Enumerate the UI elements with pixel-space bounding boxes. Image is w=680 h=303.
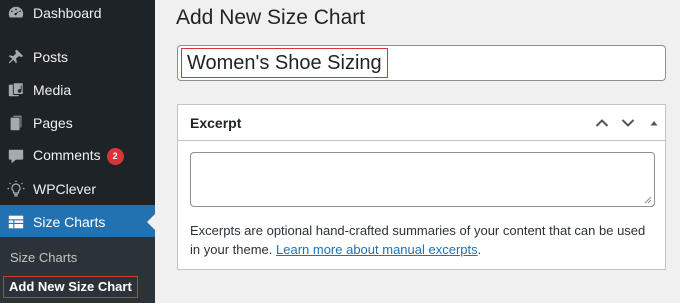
admin-sidebar: Dashboard Posts Media Pages Comments 2 WP… bbox=[0, 0, 155, 303]
learn-more-excerpts-link[interactable]: Learn more about manual excerpts bbox=[276, 242, 478, 257]
page-title: Add New Size Chart bbox=[176, 6, 366, 29]
pages-icon bbox=[6, 113, 26, 133]
comment-count-badge: 2 bbox=[106, 147, 124, 165]
title-field[interactable]: Women's Shoe Sizing bbox=[177, 45, 666, 81]
title-field-value: Women's Shoe Sizing bbox=[181, 48, 388, 78]
sidebar-item-label: Media bbox=[33, 81, 72, 98]
comment-icon bbox=[6, 146, 26, 166]
collapse-toggle-icon[interactable] bbox=[644, 113, 664, 133]
sidebar-item-label: Size Charts bbox=[33, 213, 106, 230]
excerpt-textarea[interactable] bbox=[190, 152, 655, 207]
current-menu-arrow bbox=[147, 213, 155, 230]
sidebar-item-media[interactable]: Media bbox=[0, 73, 155, 106]
excerpt-metabox: Excerpt Excerpts are optional hand-craft… bbox=[177, 104, 666, 270]
excerpt-metabox-title: Excerpt bbox=[190, 115, 242, 131]
chevron-down-icon[interactable] bbox=[618, 113, 638, 133]
excerpt-textarea-value bbox=[191, 153, 654, 161]
lightbulb-icon bbox=[6, 179, 26, 199]
sidebar-item-comments[interactable]: Comments 2 bbox=[0, 139, 155, 172]
sidebar-item-label: Pages bbox=[33, 114, 73, 131]
sidebar-item-pages[interactable]: Pages bbox=[0, 106, 155, 139]
dashboard-icon bbox=[6, 3, 26, 23]
sidebar-item-size-charts[interactable]: Size Charts bbox=[0, 205, 155, 238]
sidebar-item-label: WPClever bbox=[33, 180, 97, 197]
table-icon bbox=[6, 212, 26, 232]
sidebar-item-label: Posts bbox=[33, 48, 69, 65]
sidebar-submenu: Size Charts Add New Size Chart bbox=[0, 237, 155, 303]
submenu-item-size-charts[interactable]: Size Charts bbox=[10, 250, 77, 265]
excerpt-help-text: Excerpts are optional hand-crafted summa… bbox=[190, 223, 646, 257]
pushpin-icon bbox=[6, 47, 26, 67]
sidebar-item-dashboard[interactable]: Dashboard bbox=[0, 0, 155, 29]
sidebar-item-label: Dashboard bbox=[33, 4, 102, 21]
media-icon bbox=[6, 80, 26, 100]
sidebar-item-wpclever[interactable]: WPClever bbox=[0, 172, 155, 205]
submenu-item-add-new-size-chart[interactable]: Add New Size Chart bbox=[3, 276, 138, 298]
resize-grip-icon[interactable] bbox=[644, 196, 652, 204]
excerpt-metabox-header: Excerpt bbox=[178, 105, 665, 141]
chevron-up-icon[interactable] bbox=[592, 113, 612, 133]
sidebar-item-posts[interactable]: Posts bbox=[0, 40, 155, 73]
sidebar-item-label: Comments 2 bbox=[33, 147, 124, 165]
